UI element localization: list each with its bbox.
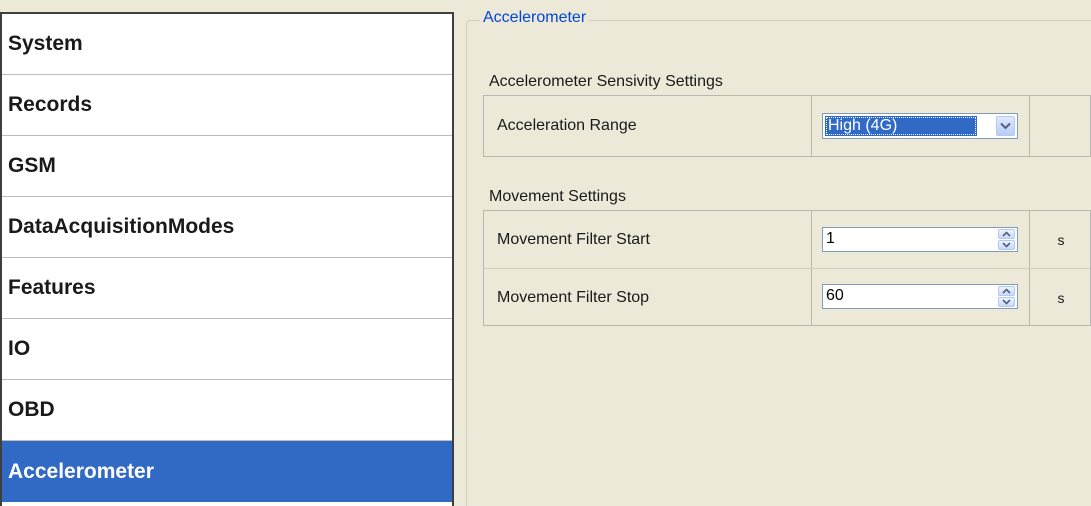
acceleration-range-value: High (4G) — [825, 116, 977, 136]
cell-divider — [811, 269, 812, 326]
acceleration-range-label: Acceleration Range — [497, 117, 637, 134]
movement-filter-stop-input[interactable] — [826, 286, 976, 306]
movement-filter-start-label: Movement Filter Start — [497, 230, 650, 248]
sidebar-item-accelerometer[interactable]: Accelerometer — [2, 441, 452, 502]
movement-filter-start-unit: s — [1057, 231, 1065, 248]
sidebar-item-gsm[interactable]: GSM — [2, 136, 452, 197]
chevron-up-icon — [1002, 231, 1011, 237]
dropdown-button[interactable] — [996, 116, 1015, 136]
sidebar-item-label: IO — [8, 337, 31, 360]
sidebar-item-records[interactable]: Records — [2, 75, 452, 136]
splitter[interactable] — [456, 12, 464, 506]
acceleration-range-row: Acceleration Range High (4G) — [484, 96, 1090, 156]
chevron-down-icon — [1000, 122, 1011, 130]
chevron-down-icon — [1002, 299, 1011, 305]
cell-divider — [811, 96, 812, 156]
configurator-window: System Records GSM DataAcquisitionModes … — [0, 0, 1091, 506]
sidebar-item-label: Features — [8, 276, 96, 299]
sidebar-item-obd[interactable]: OBD — [2, 380, 452, 441]
movement-filter-stop-label: Movement Filter Stop — [497, 288, 650, 306]
movement-filter-start-row: Movement Filter Start s — [484, 211, 1090, 269]
sidebar-item-label: System — [8, 32, 83, 55]
sidebar-item-data-acquisition-modes[interactable]: DataAcquisitionModes — [2, 197, 452, 258]
sidebar-item-io[interactable]: IO — [2, 319, 452, 380]
spin-buttons — [998, 286, 1015, 307]
sidebar-item-label: Records — [8, 93, 93, 116]
sidebar-item-label: OBD — [8, 398, 55, 421]
sidebar-item-label: GSM — [8, 154, 56, 177]
spin-down-button[interactable] — [998, 297, 1015, 307]
cell-divider — [811, 211, 812, 268]
sidebar-item-system[interactable]: System — [2, 14, 452, 75]
sidebar-item-label: DataAcquisitionModes — [8, 215, 235, 238]
spin-down-button[interactable] — [998, 240, 1015, 250]
sensitivity-section-label: Accelerometer Sensivity Settings — [489, 73, 723, 90]
groupbox-title: Accelerometer — [480, 9, 590, 27]
movement-filter-stop-unit: s — [1057, 289, 1065, 306]
movement-filter-start-spinbox[interactable] — [822, 227, 1018, 252]
chevron-up-icon — [1002, 288, 1011, 294]
movement-filter-start-input[interactable] — [826, 229, 976, 249]
category-sidebar: System Records GSM DataAcquisitionModes … — [0, 12, 454, 506]
spin-buttons — [998, 229, 1015, 250]
sensitivity-settings-table: Acceleration Range High (4G) — [483, 95, 1091, 157]
acceleration-range-select[interactable]: High (4G) — [822, 113, 1018, 139]
movement-settings-table: Movement Filter Start s Movement Filter … — [483, 210, 1091, 326]
movement-filter-stop-row: Movement Filter Stop s — [484, 269, 1090, 326]
sidebar-item-features[interactable]: Features — [2, 258, 452, 319]
spin-up-button[interactable] — [998, 286, 1015, 296]
sidebar-item-label: Accelerometer — [8, 459, 154, 483]
spin-up-button[interactable] — [998, 229, 1015, 239]
chevron-down-icon — [1002, 242, 1011, 248]
cell-divider — [1029, 96, 1030, 156]
movement-section-label: Movement Settings — [489, 188, 626, 205]
movement-filter-stop-spinbox[interactable] — [822, 284, 1018, 309]
